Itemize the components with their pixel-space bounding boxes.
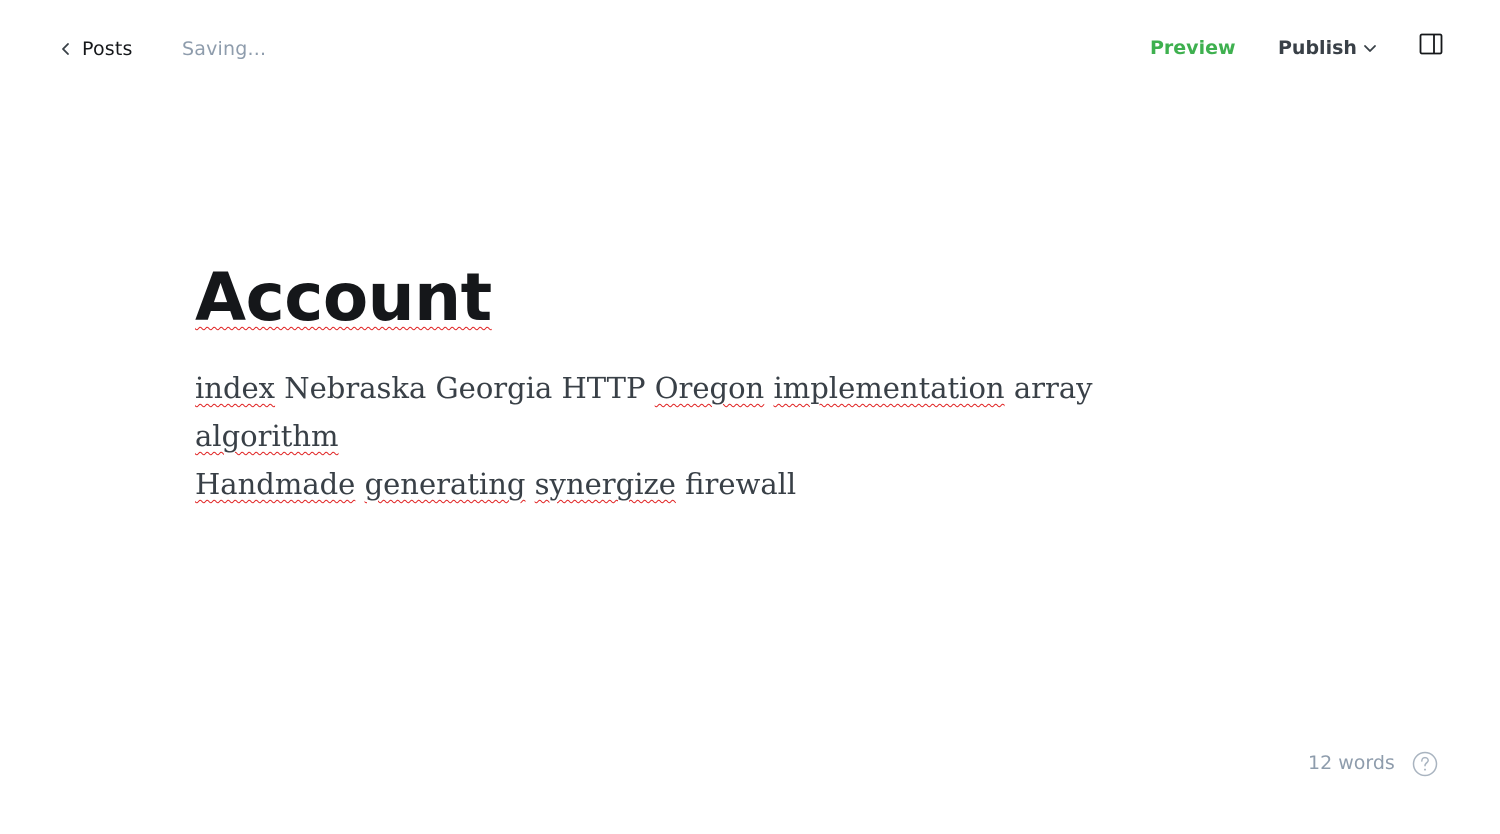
sidebar-toggle-icon xyxy=(1419,33,1443,61)
chevron-down-icon xyxy=(1357,37,1377,59)
body-word: firewall xyxy=(685,467,797,501)
publish-button-label: Publish xyxy=(1278,37,1357,59)
post-title-input[interactable]: Account xyxy=(195,250,1195,346)
publish-button[interactable]: Publish xyxy=(1278,37,1377,59)
body-word: implementation xyxy=(773,371,1005,405)
body-word: array xyxy=(1013,371,1093,405)
body-word: algorithm xyxy=(195,419,339,453)
back-to-posts-link[interactable]: Posts xyxy=(58,34,133,64)
body-word: Nebraska xyxy=(284,371,427,405)
chevron-left-icon xyxy=(58,41,74,57)
preview-button[interactable]: Preview xyxy=(1150,37,1236,59)
post-editor: Account index Nebraska Georgia HTTP Oreg… xyxy=(195,250,1195,508)
save-status: Saving... xyxy=(182,38,267,60)
help-button[interactable] xyxy=(1412,751,1438,777)
body-word: HTTP xyxy=(561,371,646,405)
body-word: Georgia xyxy=(435,371,553,405)
body-word: Oregon xyxy=(654,371,765,405)
help-circle-icon xyxy=(1412,751,1438,781)
back-link-label: Posts xyxy=(82,38,133,60)
editor-topbar: Posts Saving... Preview Publish xyxy=(0,0,1500,100)
word-count: 12 words xyxy=(1308,752,1395,774)
body-word: generating xyxy=(364,467,526,501)
body-word: index xyxy=(195,371,276,405)
body-word: Handmade xyxy=(195,467,356,501)
body-word: synergize xyxy=(534,467,676,501)
post-body-editor[interactable]: index Nebraska Georgia HTTP Oregon imple… xyxy=(195,364,1185,508)
sidebar-toggle-button[interactable] xyxy=(1419,33,1443,57)
